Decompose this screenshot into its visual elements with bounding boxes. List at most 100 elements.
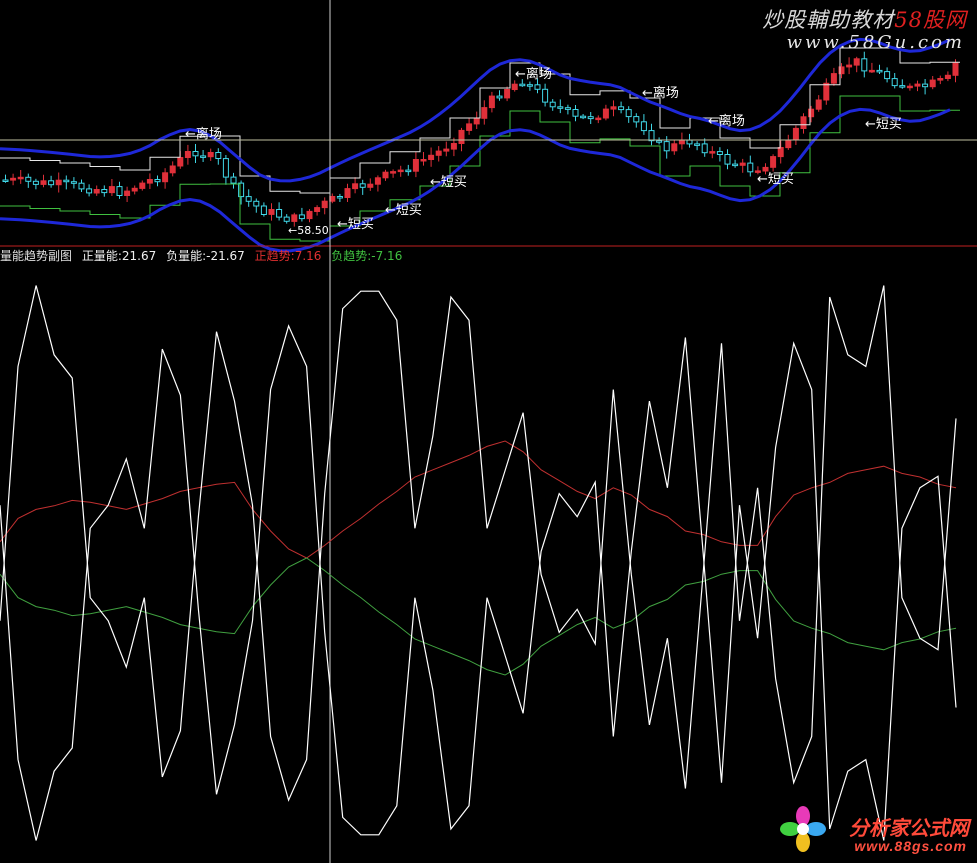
candle [770, 156, 777, 168]
price-panel[interactable]: ←离场←离场←离场←离场←短买←短买←短买 ←短买←短买←58.50 [0, 37, 960, 253]
candle [131, 187, 138, 192]
candle [709, 151, 716, 154]
indicator-panel[interactable] [0, 285, 957, 841]
candle [519, 83, 526, 87]
candle [374, 177, 381, 185]
candle [686, 139, 693, 145]
neg-trend-value: -7.16 [371, 249, 403, 263]
candle [884, 71, 891, 80]
watermark-main-text: 炒股輔助教材 [762, 8, 895, 32]
candle [154, 179, 161, 183]
candle [580, 115, 587, 119]
pos-energy-line [0, 285, 957, 802]
candle [428, 154, 435, 161]
candle [397, 169, 404, 173]
candle [192, 151, 199, 157]
candle [298, 214, 305, 220]
lower-band [0, 107, 951, 253]
candle [648, 130, 655, 142]
candle [534, 84, 541, 90]
signal-short-buy: ←短买 [757, 172, 794, 187]
signal-exit: ←离场 [642, 85, 679, 101]
candle [914, 83, 921, 87]
indicator-legend: 量能趋势副图 正量能:21.67 负量能:-21.67 正趋势:7.16 负趋势… [0, 248, 408, 264]
candle [344, 188, 351, 199]
candle [473, 117, 480, 125]
candle [891, 78, 898, 87]
candle [139, 182, 146, 189]
candle [526, 84, 533, 87]
candle [253, 200, 260, 207]
neg-trend-readout: 负趋势:-7.16 [331, 249, 402, 263]
candle [640, 121, 647, 132]
candle [929, 79, 936, 88]
candle [481, 107, 488, 119]
watermark-58gu-url: www.58Gu.com [786, 32, 965, 53]
watermark-88gs-url: www.88gs.com [854, 838, 967, 854]
candle [488, 95, 495, 109]
neg-trend-line [0, 557, 957, 676]
candle [922, 83, 929, 88]
candle [63, 179, 70, 183]
candle [443, 148, 450, 152]
candle [466, 123, 473, 131]
candle [177, 157, 184, 167]
candle [405, 169, 412, 173]
candle [291, 214, 298, 222]
candle [382, 171, 389, 179]
pos-energy-value: 21.67 [121, 249, 157, 263]
signal-short-buy: ←短买 [865, 117, 902, 132]
candle [40, 180, 47, 185]
candle [861, 58, 868, 72]
candle [48, 180, 55, 186]
stock-chart[interactable]: ←离场←离场←离场←离场←短买←短买←短买 ←短买←短买←58.50 [0, 0, 977, 863]
neg-trend-label: 负趋势: [331, 249, 372, 263]
indicator-title: 量能趋势副图 [0, 249, 73, 263]
candle [739, 162, 746, 166]
neg-energy-readout: 负量能:-21.67 [166, 249, 245, 263]
candle [412, 159, 419, 172]
candle [108, 186, 115, 194]
candle [868, 69, 875, 73]
candle [792, 127, 799, 141]
candle [55, 179, 62, 186]
neg-energy-line [0, 324, 957, 841]
candle [352, 183, 359, 190]
signal-short-buy: ←短买 [385, 203, 422, 218]
neg-energy-value: -21.67 [206, 249, 245, 263]
candle [314, 207, 321, 213]
candle [777, 147, 784, 158]
candle [504, 89, 511, 99]
candle [846, 64, 853, 68]
candle [207, 152, 214, 158]
pos-trend-line [0, 440, 957, 559]
candle [944, 74, 951, 80]
candle [694, 143, 701, 146]
candle [587, 116, 594, 120]
candle [260, 205, 267, 215]
candle [762, 166, 769, 172]
neg-energy-label: 负量能: [166, 249, 207, 263]
candle [146, 179, 153, 184]
candle [367, 183, 374, 188]
candle [823, 82, 830, 101]
candle [808, 108, 815, 118]
candle [815, 99, 822, 110]
candle [625, 109, 632, 118]
candle [116, 186, 123, 197]
candle [435, 150, 442, 156]
candle [610, 106, 617, 110]
signal-exit: ←离场 [708, 113, 745, 129]
candle [329, 196, 336, 202]
candle [230, 176, 237, 184]
candle [162, 172, 169, 183]
candle [420, 159, 427, 162]
candle [937, 78, 944, 81]
candle [952, 62, 959, 76]
candle [306, 210, 313, 220]
candle [321, 200, 328, 209]
candle [276, 209, 283, 218]
candle [633, 116, 640, 123]
candle [359, 183, 366, 188]
watermark-red-text: 58股网 [894, 8, 967, 32]
